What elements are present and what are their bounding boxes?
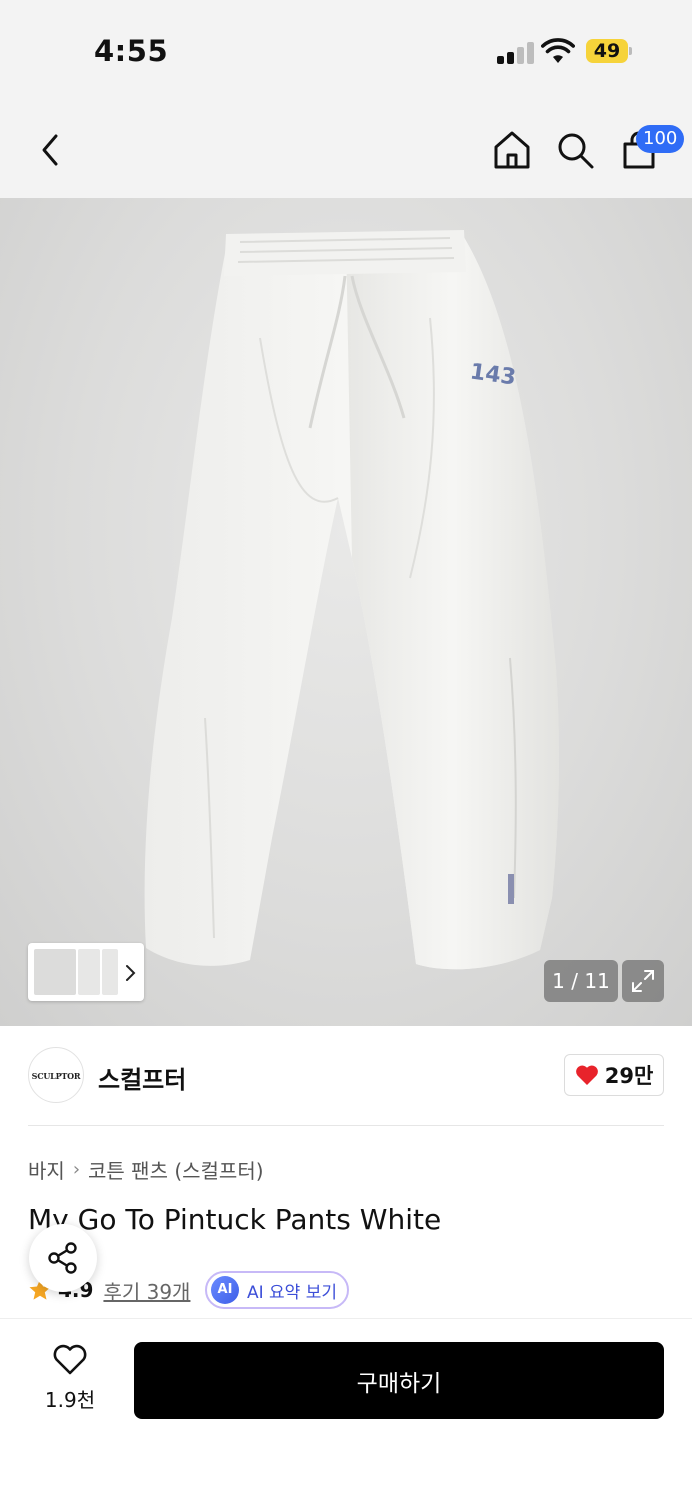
product-photo: 143	[144, 230, 559, 970]
buy-button[interactable]: 구매하기	[134, 1342, 664, 1419]
home-icon	[494, 131, 530, 169]
battery-icon: 49	[586, 39, 632, 63]
share-button[interactable]	[29, 1224, 97, 1292]
review-count-link[interactable]: 후기 39개	[103, 1276, 190, 1305]
heart-filled-icon	[575, 1065, 598, 1085]
brand-like-button[interactable]: 29만	[564, 1054, 664, 1096]
back-button[interactable]	[28, 126, 72, 174]
breadcrumb-category[interactable]: 바지	[28, 1155, 65, 1184]
wifi-icon	[541, 38, 575, 63]
breadcrumb: 바지 › 코튼 팬츠 (스컬프터)	[28, 1155, 264, 1184]
signal-icon	[497, 42, 534, 64]
wishlist-count: 1.9천	[44, 1388, 96, 1412]
ai-badge-icon: AI	[211, 1276, 239, 1304]
ai-summary-label: AI 요약 보기	[247, 1282, 338, 1303]
image-counter: 1 / 11	[544, 960, 618, 1002]
breadcrumb-subcategory[interactable]: 코튼 팬츠 (스컬프터)	[88, 1155, 264, 1184]
status-bar: 4:55 49	[0, 0, 692, 100]
status-time: 4:55	[94, 34, 169, 68]
back-chevron-icon	[42, 134, 58, 166]
chevron-right-icon: ›	[72, 1159, 81, 1180]
heart-outline-icon	[53, 1344, 87, 1375]
brand-like-count: 29만	[604, 1064, 654, 1088]
brand-logo[interactable]: SCULPTOR	[28, 1047, 84, 1103]
product-title: My Go To Pintuck Pants White	[28, 1203, 442, 1236]
cart-count-badge: 100	[636, 125, 685, 153]
search-icon	[558, 133, 594, 169]
share-icon	[48, 1242, 77, 1274]
home-button[interactable]	[490, 126, 534, 174]
wishlist-button[interactable]: 1.9천	[30, 1344, 110, 1418]
ai-summary-button[interactable]: AI AI 요약 보기	[205, 1271, 349, 1309]
product-image[interactable]: 143	[0, 198, 692, 1026]
search-button[interactable]	[553, 126, 597, 174]
thumbnail-next-icon[interactable]	[122, 963, 138, 983]
brand-name[interactable]: 스컬프터	[98, 1060, 186, 1095]
battery-level: 49	[586, 39, 628, 63]
expand-button[interactable]	[622, 960, 664, 1002]
divider	[28, 1125, 664, 1126]
expand-icon	[632, 970, 654, 992]
